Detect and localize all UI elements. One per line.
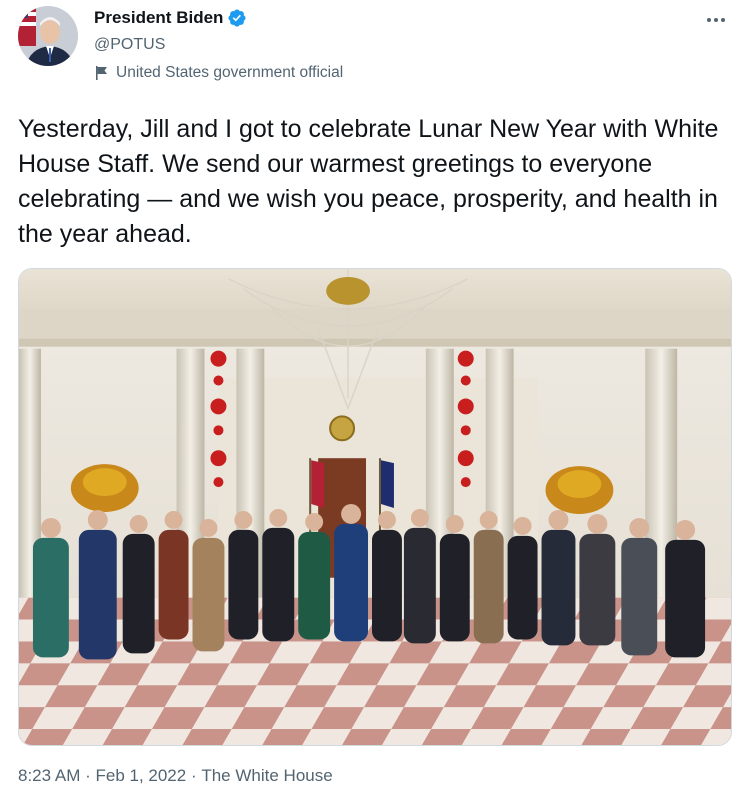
tweet-date[interactable]: Feb 1, 2022 [95,766,186,786]
flag-icon [96,66,107,80]
tweet-photo[interactable] [18,268,732,746]
display-name[interactable]: President Biden [94,8,223,28]
tweet-time[interactable]: 8:23 AM [18,766,80,786]
more-options-button[interactable] [700,6,732,34]
author-name-row: President Biden [94,8,247,28]
meta-separator: · [80,766,96,785]
more-options-icon [707,18,725,22]
avatar-image [18,6,78,66]
meta-separator-2: · [186,766,202,785]
avatar[interactable] [18,6,78,66]
photo-image [19,269,731,745]
verified-badge-icon [228,9,246,27]
tweet-text: Yesterday, Jill and I got to celebrate L… [18,115,719,248]
tweet-meta: 8:23 AM · Feb 1, 2022 · The White House [18,766,333,786]
user-handle[interactable]: @POTUS [94,36,165,54]
tweet-source-link[interactable]: The White House [201,766,332,786]
government-label: United States government official [96,64,343,82]
government-label-text: United States government official [116,64,344,81]
